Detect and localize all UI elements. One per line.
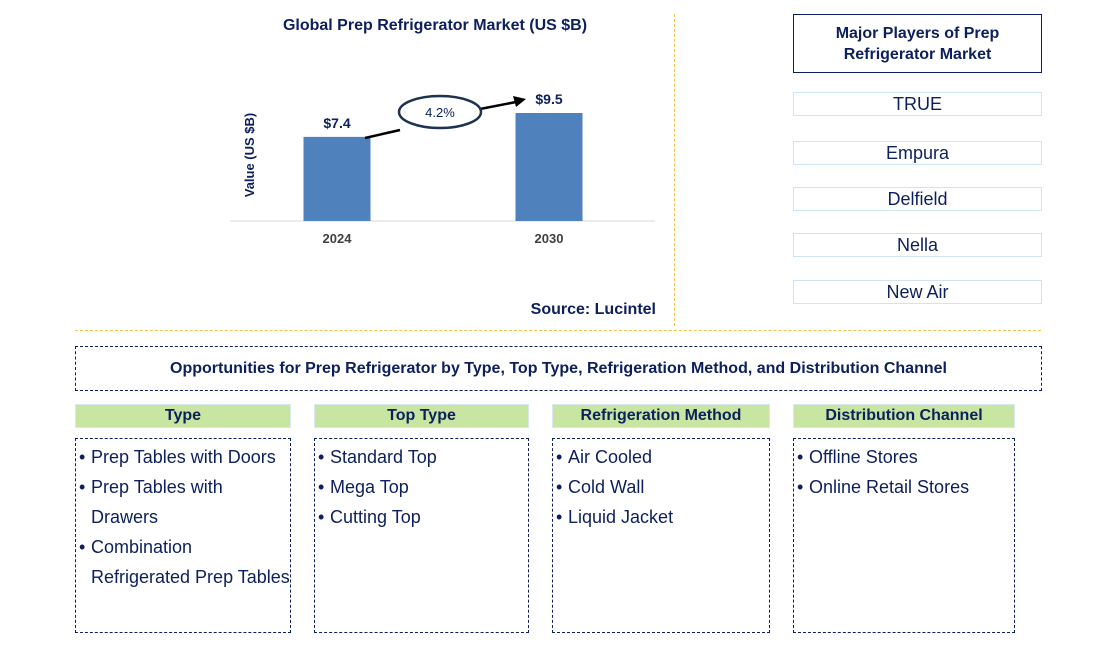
- player-item: TRUE: [793, 92, 1042, 116]
- list-item: • Mega Top: [318, 472, 528, 502]
- list-item: • Cold Wall: [556, 472, 769, 502]
- bullet-icon: •: [797, 477, 804, 497]
- source-label: Source: Lucintel: [530, 301, 656, 318]
- vertical-divider: [674, 14, 675, 326]
- growth-arrow-left: [364, 128, 401, 140]
- bar-2024: [303, 136, 371, 221]
- category-header-type: Type: [75, 404, 291, 428]
- player-item: New Air: [793, 280, 1042, 304]
- bullet-icon: •: [79, 477, 86, 497]
- arrow-head-icon: [513, 96, 526, 107]
- bullet-icon: •: [318, 477, 325, 497]
- cagr-annotation: 4.2%: [364, 94, 526, 140]
- list-item: • Air Cooled: [556, 442, 769, 472]
- cagr-label: 4.2%: [425, 105, 455, 120]
- list-item: • Online Retail Stores: [797, 472, 1014, 502]
- category-header-refrigeration-method: Refrigeration Method: [552, 404, 770, 428]
- bullet-icon: •: [556, 477, 563, 497]
- bar-2030: [515, 113, 583, 221]
- bullet-icon: •: [556, 507, 563, 527]
- bullet-icon: •: [556, 447, 563, 467]
- list-item: • Cutting Top: [318, 502, 528, 532]
- list-item: • Standard Top: [318, 442, 528, 472]
- bullet-icon: •: [318, 507, 325, 527]
- category-list-distribution-channel: • Offline Stores • Online Retail Stores: [793, 438, 1015, 633]
- player-item: Delfield: [793, 187, 1042, 211]
- list-item: • Prep Tables with Drawers: [79, 472, 290, 532]
- list-item: • Prep Tables with Doors: [79, 442, 290, 472]
- category-list-type: • Prep Tables with Doors • Prep Tables wit…: [75, 438, 291, 633]
- category-header-distribution-channel: Distribution Channel: [793, 404, 1015, 428]
- opportunities-title: Opportunities for Prep Refrigerator by T…: [75, 346, 1042, 391]
- bullet-icon: •: [797, 447, 804, 467]
- bullet-icon: •: [79, 537, 86, 557]
- list-item: • Offline Stores: [797, 442, 1014, 472]
- player-item: Nella: [793, 233, 1042, 257]
- category-list-refrigeration-method: • Air Cooled • Cold Wall • Liquid Jacket: [552, 438, 770, 633]
- y-axis-label: Value (US $B): [242, 113, 257, 198]
- bar-chart: Value (US $B) $7.4 2024 $9.5 2030 4.2%: [230, 91, 655, 246]
- list-item: • Combination Refrigerated Prep Tables: [79, 532, 290, 592]
- category-list-top-type: • Standard Top • Mega Top • Cutting Top: [314, 438, 529, 633]
- growth-arrow-right: [479, 100, 517, 111]
- bullet-icon: •: [79, 447, 86, 467]
- bullet-icon: •: [318, 447, 325, 467]
- chart-title: Global Prep Refrigerator Market (US $B): [282, 17, 588, 34]
- data-label: $7.4: [323, 115, 350, 131]
- x-tick-label: 2024: [323, 231, 353, 246]
- major-players-title: Major Players of Prep Refrigerator Marke…: [793, 14, 1042, 73]
- player-item: Empura: [793, 141, 1042, 165]
- category-header-top-type: Top Type: [314, 404, 529, 428]
- list-item: • Liquid Jacket: [556, 502, 769, 532]
- x-tick-label: 2030: [535, 231, 564, 246]
- horizontal-divider: [75, 330, 1041, 331]
- data-label: $9.5: [535, 91, 562, 107]
